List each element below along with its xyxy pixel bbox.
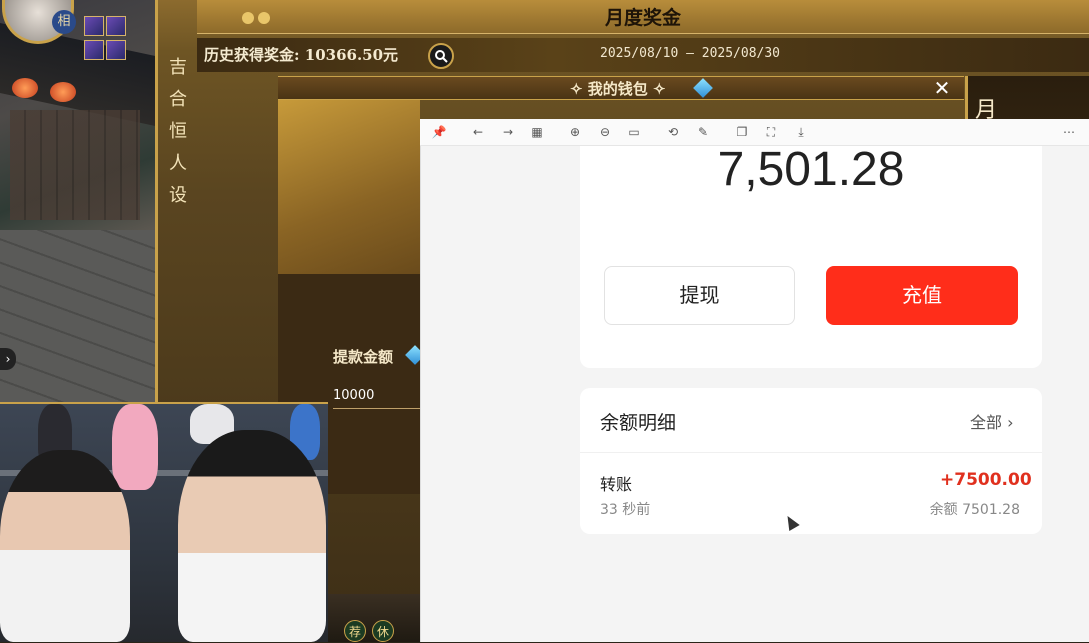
more-icon[interactable]: ⋯ (1060, 123, 1078, 141)
rest-tag[interactable]: 休 (372, 620, 394, 642)
fit-width-icon[interactable]: ▭ (625, 123, 643, 141)
skill-icon[interactable] (84, 16, 104, 36)
view-all-link[interactable]: 全部 › (970, 409, 1014, 433)
copy-icon[interactable]: ❐ (733, 123, 751, 141)
skill-icon[interactable] (84, 40, 104, 60)
forward-arrow-icon[interactable]: → (499, 123, 517, 141)
streamer-right (178, 430, 326, 642)
lantern (12, 78, 38, 98)
streamer-left (0, 450, 130, 642)
building-wall (10, 110, 140, 220)
withdraw-button[interactable]: 提现 (604, 266, 795, 325)
crop-icon[interactable]: ⛶ (762, 123, 780, 141)
side-char: 人 (169, 153, 187, 174)
chevron-right-icon: › (1007, 413, 1014, 432)
divider (580, 452, 1042, 453)
view-all-text: 全部 (970, 413, 1003, 432)
side-char: 设 (169, 185, 187, 206)
side-char: 吉 (169, 57, 187, 78)
input-underline (333, 408, 420, 409)
zoom-in-icon[interactable]: ⊕ (566, 123, 584, 141)
coin-decoration-icon (242, 12, 270, 24)
side-text: 吉 合 恒 人 设 (160, 40, 196, 340)
history-bonus-label: 历史获得奖金: 10366.50元 (204, 46, 399, 64)
recharge-button[interactable]: 充值 (826, 266, 1018, 325)
close-icon[interactable]: ✕ (930, 77, 954, 99)
diamond-decoration-icon: ✧ (570, 80, 588, 98)
back-arrow-icon[interactable]: ← (469, 123, 487, 141)
download-icon[interactable]: ⤓ (792, 123, 810, 141)
grid-icon[interactable]: ▦ (528, 123, 546, 141)
skill-icon[interactable] (106, 16, 126, 36)
rotate-icon[interactable]: ⟲ (664, 123, 682, 141)
balance-amount: 7,501.28 (717, 143, 905, 196)
detail-title: 余额明细 (600, 412, 677, 434)
wallet-title-text: 我的钱包 (587, 80, 648, 98)
skill-icon[interactable] (106, 40, 126, 60)
withdraw-amount-label: 提款金额 (333, 346, 393, 367)
wallet-title: ✧ 我的钱包 ✧ (570, 78, 666, 99)
avatar-badge: 相 (52, 10, 76, 34)
transaction-amount: +7500.00 (940, 470, 1032, 490)
pin-icon[interactable]: 📌 (430, 123, 448, 141)
lantern (50, 82, 76, 102)
side-char: 合 (169, 89, 187, 110)
transaction-type: 转账 (600, 475, 633, 494)
pink-figure (112, 404, 158, 490)
date-range[interactable]: 2025/08/10 – 2025/08/30 (600, 46, 780, 61)
transaction-balance: 余额 7501.28 (929, 502, 1020, 518)
diamond-decoration-icon: ✧ (653, 80, 666, 98)
withdraw-amount-input[interactable]: 10000 (333, 388, 374, 403)
panel-title: 月度奖金 (604, 7, 681, 29)
recommend-tag[interactable]: 荐 (344, 620, 366, 642)
edit-icon[interactable]: ✎ (694, 123, 712, 141)
search-icon[interactable] (428, 43, 454, 69)
zoom-out-icon[interactable]: ⊖ (596, 123, 614, 141)
withdraw-amount-text: 提款金额 (333, 348, 394, 366)
transaction-time: 33 秒前 (600, 502, 651, 518)
side-char: 恒 (169, 121, 187, 142)
